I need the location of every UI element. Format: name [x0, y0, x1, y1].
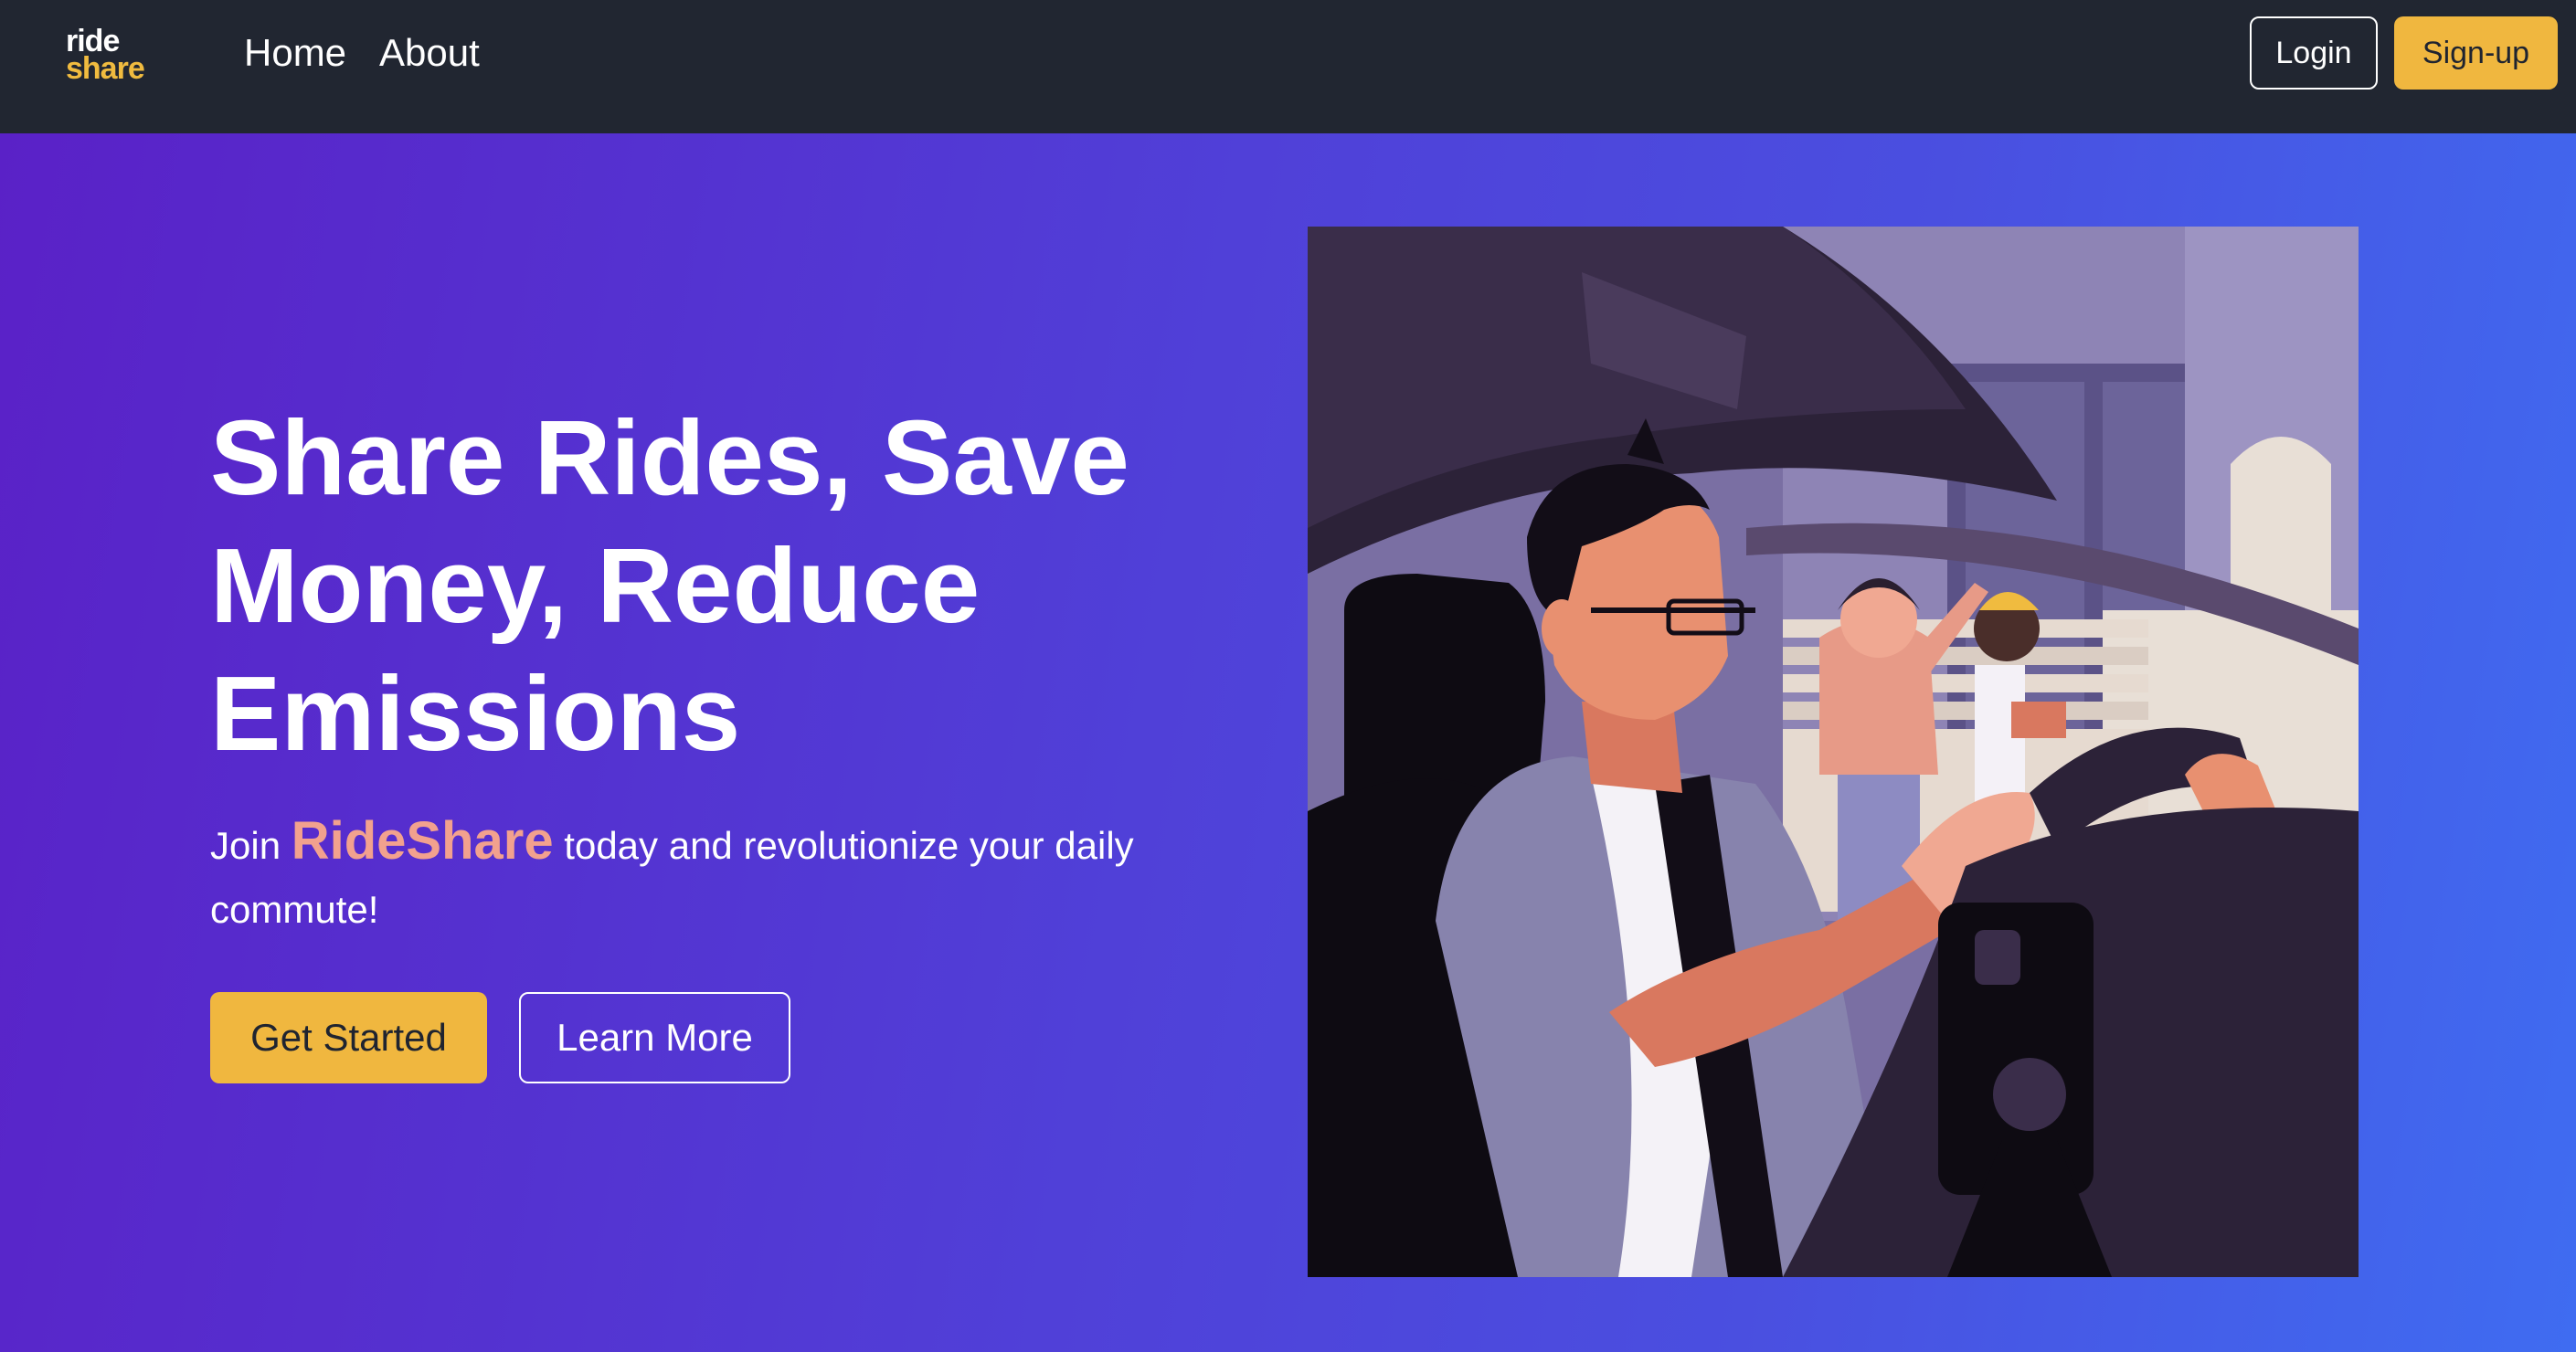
ride-share-logo[interactable]: ride share — [66, 26, 145, 86]
top-navbar: ride share Home About Login Sign-up — [0, 0, 2576, 133]
nav-link-home[interactable]: Home — [244, 27, 346, 79]
hero-section: Share Rides, Save Money, Reduce Emission… — [0, 133, 2576, 1352]
hero-headline: Share Rides, Save Money, Reduce Emission… — [210, 398, 1129, 773]
learn-more-button[interactable]: Learn More — [519, 992, 790, 1083]
hero-subtext-prefix: Join — [210, 824, 281, 867]
hero-subtext: Join RideShare today and revolutionize y… — [210, 809, 1261, 942]
logo-line-share: share — [66, 51, 145, 86]
get-started-button[interactable]: Get Started — [210, 992, 487, 1083]
hero-brand-highlight: RideShare — [291, 811, 554, 871]
driver-illustration — [1308, 227, 2359, 1277]
primary-nav: Home About — [244, 27, 480, 79]
nav-link-about[interactable]: About — [379, 27, 480, 79]
login-button[interactable]: Login — [2250, 16, 2378, 90]
signup-button[interactable]: Sign-up — [2394, 16, 2558, 90]
